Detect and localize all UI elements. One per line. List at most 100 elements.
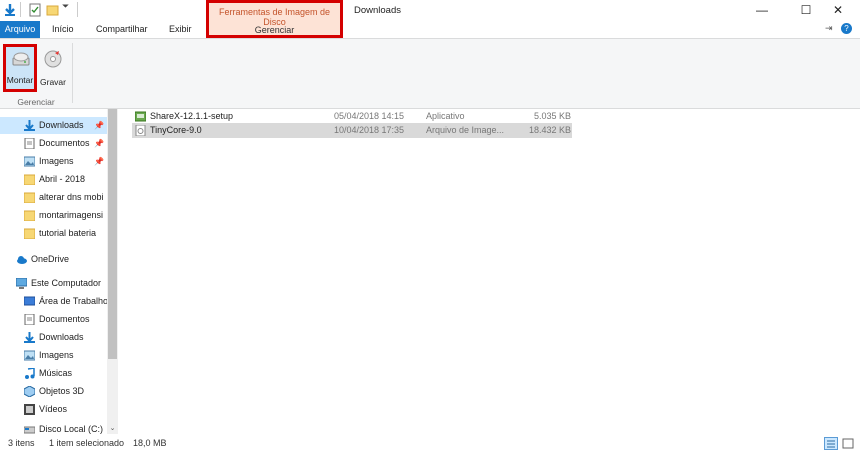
folder-icon xyxy=(24,228,35,239)
disk-image-tools-context[interactable]: Ferramentas de Imagem de Disco Gerenciar xyxy=(206,0,343,38)
nav-item-documentos[interactable]: Documentos xyxy=(0,311,108,328)
file-name: ShareX-12.1.1-setup xyxy=(150,111,234,121)
customize-toolbar-icon[interactable]: ⏷ xyxy=(62,1,69,12)
large-icons-view-icon[interactable] xyxy=(841,437,855,450)
nav-label: Músicas xyxy=(39,368,73,378)
title-bar: ⏷ Downloads — ☐ ✕ xyxy=(0,0,860,21)
window-title: Downloads xyxy=(354,5,401,16)
installer-icon xyxy=(135,111,146,122)
burn-label: Gravar xyxy=(40,77,66,87)
file-date: 10/04/2018 17:35 xyxy=(334,125,405,135)
nav-item-folder[interactable]: montarimagensi xyxy=(0,207,108,224)
file-type: Aplicativo xyxy=(426,111,465,121)
burn-button[interactable]: Gravar xyxy=(39,45,67,91)
3d-objects-icon xyxy=(24,386,35,397)
file-date: 05/04/2018 14:15 xyxy=(334,111,405,121)
nav-item-downloads[interactable]: Downloads xyxy=(0,329,108,346)
documents-icon xyxy=(24,314,35,325)
collapse-ribbon-icon[interactable]: ⇥ xyxy=(825,23,833,33)
pin-icon: 📌 xyxy=(94,121,104,130)
nav-label: montarimagensi xyxy=(39,210,104,220)
status-size: 18,0 MB xyxy=(133,438,167,448)
separator xyxy=(77,2,78,17)
drive-icon xyxy=(24,426,35,434)
context-title: Ferramentas de Imagem de Disco xyxy=(218,7,331,27)
group-separator xyxy=(72,43,73,103)
tab-compartilhar[interactable]: Compartilhar xyxy=(96,21,148,38)
nav-label: Documentos xyxy=(39,138,90,148)
properties-icon[interactable] xyxy=(29,3,41,17)
download-arrow-icon xyxy=(24,332,35,343)
navigation-pane: Downloads 📌 Documentos 📌 Imagens 📌 Abril… xyxy=(0,109,118,434)
status-bar: 3 itens 1 item selecionado 18,0 MB xyxy=(0,434,860,452)
nav-item-documentos[interactable]: Documentos 📌 xyxy=(0,135,108,152)
mount-label: Montar xyxy=(6,75,34,85)
nav-item-folder[interactable]: Abril - 2018 xyxy=(0,171,108,188)
pictures-icon xyxy=(24,350,35,361)
folder-icon xyxy=(24,192,35,203)
file-size: 5.035 KB xyxy=(533,111,571,121)
nav-label: Este Computador xyxy=(31,278,102,288)
nav-label: Vídeos xyxy=(39,404,68,414)
file-list: ShareX-12.1.1-setup 05/04/2018 14:15 Apl… xyxy=(118,109,860,434)
nav-item-imagens[interactable]: Imagens 📌 xyxy=(0,153,108,170)
file-name: TinyCore-9.0 xyxy=(150,125,202,135)
nav-label: tutorial bateria xyxy=(39,228,97,238)
nav-item-imagens[interactable]: Imagens xyxy=(0,347,108,364)
disk-drive-icon xyxy=(12,52,30,66)
tab-exibir[interactable]: Exibir xyxy=(169,21,192,38)
nav-label: Imagens xyxy=(39,156,74,166)
nav-scrollbar-thumb[interactable] xyxy=(108,109,117,359)
nav-label: Área de Trabalho xyxy=(39,296,108,306)
disc-image-icon xyxy=(135,125,146,136)
computer-icon xyxy=(16,278,27,289)
pictures-icon xyxy=(24,156,35,167)
tab-gerenciar[interactable]: Gerenciar xyxy=(209,25,340,35)
nav-item-musicas[interactable]: Músicas xyxy=(0,365,108,382)
nav-label: Downloads xyxy=(39,332,84,342)
ribbon-tabs: Arquivo Início Compartilhar Exibir ⇥ ? xyxy=(0,21,860,38)
videos-icon xyxy=(24,404,35,415)
nav-item-este-computador[interactable]: Este Computador xyxy=(0,275,108,292)
nav-item-downloads[interactable]: Downloads 📌 xyxy=(0,117,108,134)
nav-label: alterar dns mobi xyxy=(39,192,104,202)
burn-disc-icon xyxy=(44,50,62,68)
file-size: 18.432 KB xyxy=(528,125,571,135)
details-view-icon[interactable] xyxy=(824,437,838,450)
music-icon xyxy=(25,368,35,379)
ribbon-controls: ⇥ ? xyxy=(825,23,852,34)
nav-item-disco-local[interactable]: Disco Local (C:) xyxy=(0,421,108,434)
file-row[interactable]: ShareX-12.1.1-setup 05/04/2018 14:15 Apl… xyxy=(132,109,572,124)
status-item-count: 3 itens xyxy=(8,438,35,448)
scroll-down-icon[interactable]: ⌄ xyxy=(107,424,118,434)
pin-icon: 📌 xyxy=(94,157,104,166)
tab-arquivo[interactable]: Arquivo xyxy=(0,21,40,38)
nav-label: Imagens xyxy=(39,350,74,360)
nav-item-objetos-3d[interactable]: Objetos 3D xyxy=(0,383,108,400)
ribbon: Montar Gravar Gerenciar xyxy=(0,38,860,109)
nav-item-folder[interactable]: alterar dns mobi xyxy=(0,189,108,206)
group-label: Gerenciar xyxy=(17,97,55,107)
pin-icon: 📌 xyxy=(94,139,104,148)
onedrive-cloud-icon xyxy=(17,256,27,264)
file-row-selected[interactable]: TinyCore-9.0 10/04/2018 17:35 Arquivo de… xyxy=(132,123,572,138)
download-arrow-icon[interactable] xyxy=(4,3,16,17)
close-button[interactable]: ✕ xyxy=(816,0,860,20)
folder-icon xyxy=(24,174,35,185)
nav-item-desktop[interactable]: Área de Trabalho xyxy=(0,293,108,310)
status-selection: 1 item selecionado xyxy=(49,438,125,448)
nav-item-onedrive[interactable]: OneDrive xyxy=(0,251,108,268)
mount-button[interactable]: Montar xyxy=(3,44,37,92)
tab-inicio[interactable]: Início xyxy=(52,21,74,38)
minimize-button[interactable]: — xyxy=(740,0,784,20)
help-icon[interactable]: ? xyxy=(841,23,852,34)
documents-icon xyxy=(24,138,35,149)
separator xyxy=(20,2,21,17)
nav-label: Disco Local (C:) xyxy=(39,424,104,434)
new-folder-icon[interactable] xyxy=(46,3,59,17)
nav-label: Downloads xyxy=(39,120,84,130)
desktop-icon xyxy=(24,296,35,306)
nav-item-videos[interactable]: Vídeos xyxy=(0,401,108,418)
nav-item-folder[interactable]: tutorial bateria xyxy=(0,225,108,242)
folder-icon xyxy=(24,210,35,221)
